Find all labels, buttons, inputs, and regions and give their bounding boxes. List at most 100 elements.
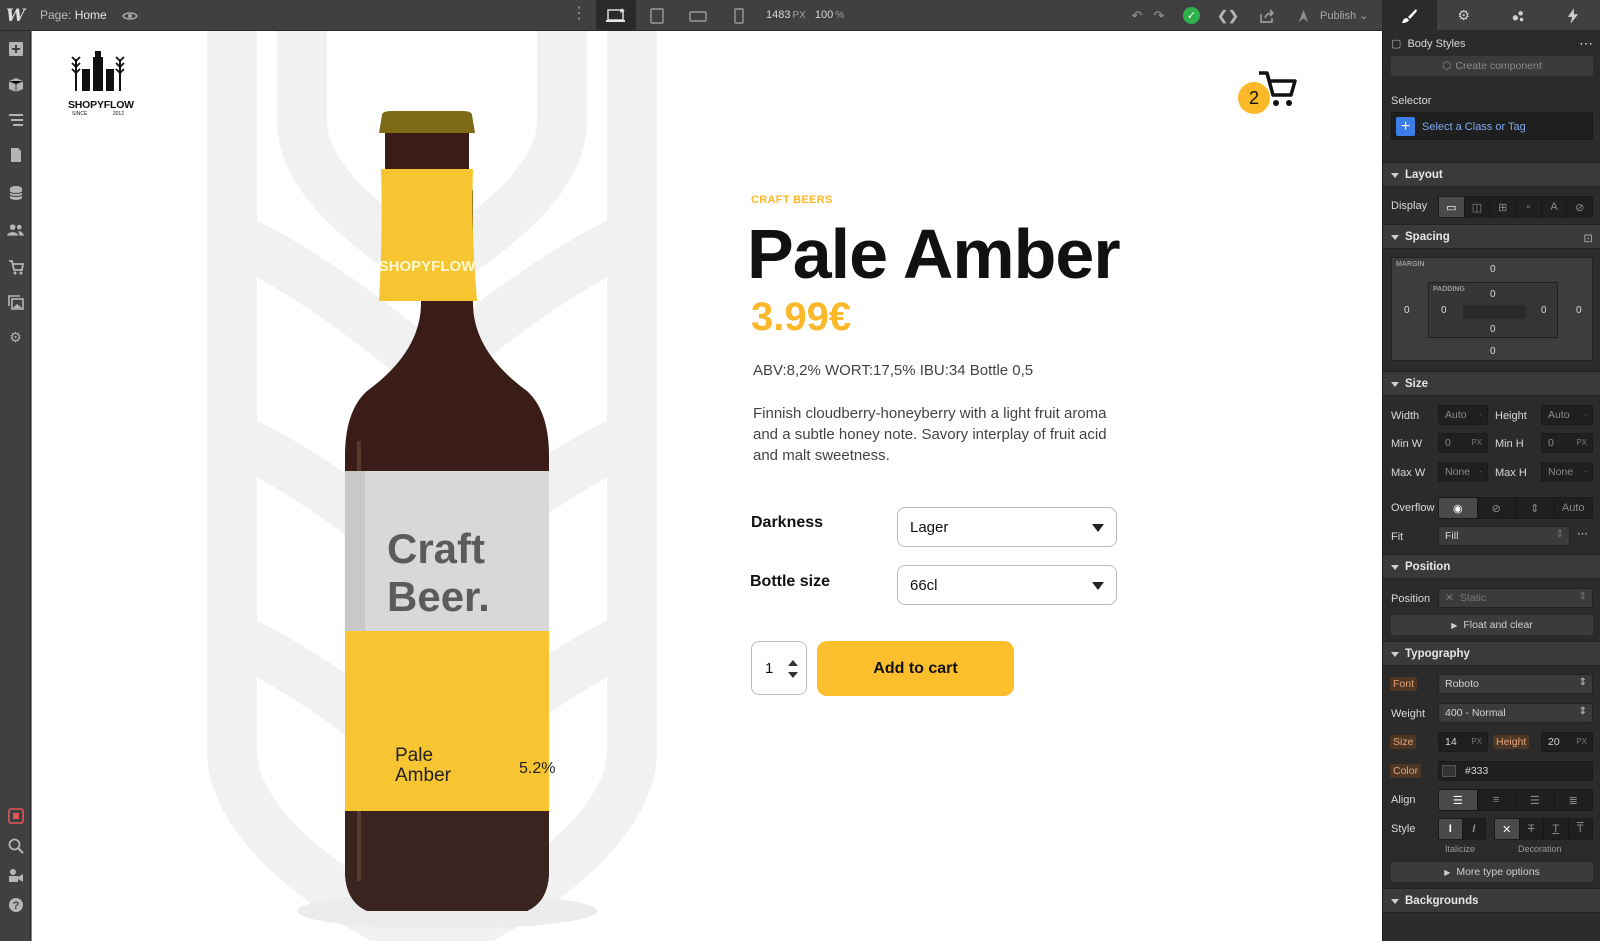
backgrounds-section-header[interactable]: Backgrounds (1383, 888, 1600, 913)
bottle-size-select[interactable]: 66cl (897, 565, 1117, 605)
darkness-select[interactable]: Lager (897, 507, 1117, 547)
style-brush-icon[interactable] (1382, 0, 1437, 31)
more-dots-icon[interactable]: ⋯ (1577, 527, 1588, 540)
padding-top-value[interactable]: 0 (1490, 289, 1496, 300)
position-section-header[interactable]: Position (1383, 554, 1600, 579)
add-to-cart-button[interactable]: Add to cart (817, 641, 1014, 696)
symbols-box-icon[interactable] (6, 75, 25, 94)
increment-arrow-icon[interactable] (788, 660, 798, 666)
display-none-icon[interactable]: ⊘ (1567, 197, 1592, 217)
margin-bottom-value[interactable]: 0 (1490, 346, 1496, 357)
size-section-header[interactable]: Size (1383, 371, 1600, 396)
display-block-icon[interactable]: ▭ (1439, 197, 1465, 217)
design-canvas[interactable]: SHOPYFLOW SINCE 2012 2 SHOPYFLOW Craft B… (31, 31, 1382, 941)
padding-left-value[interactable]: 0 (1441, 305, 1447, 316)
display-flex-icon[interactable]: ◫ (1465, 197, 1491, 217)
align-left-icon[interactable]: ☰ (1439, 790, 1478, 810)
webflow-logo-icon[interactable]: W (0, 0, 31, 31)
plus-icon[interactable]: + (1396, 117, 1415, 136)
margin-left-value[interactable]: 0 (1404, 305, 1410, 316)
cms-database-icon[interactable] (6, 183, 25, 202)
more-type-options-button[interactable]: ▶ More type options (1391, 862, 1593, 882)
italic-on-icon[interactable]: I (1463, 819, 1486, 839)
interactions-drops-icon[interactable] (1491, 0, 1546, 31)
spacing-box-icon[interactable]: ⊡ (1583, 231, 1593, 245)
position-title: Position (1405, 561, 1451, 573)
min-width-input[interactable]: 0 PX (1438, 433, 1488, 453)
typography-section-header[interactable]: Typography (1383, 641, 1600, 666)
display-inline-block-icon[interactable]: ▫ (1516, 197, 1542, 217)
color-input[interactable]: #333 (1438, 761, 1593, 781)
more-dots-icon[interactable]: ⋮ (571, 6, 587, 22)
display-inline-icon[interactable]: A (1542, 197, 1568, 217)
align-justify-icon[interactable]: ≣ (1555, 790, 1593, 810)
breakpoint-mobile-portrait-icon[interactable] (719, 0, 759, 31)
navigator-icon[interactable] (6, 110, 25, 129)
overline-icon[interactable]: T (1569, 819, 1593, 839)
lightning-icon[interactable] (1546, 0, 1600, 31)
publish-button[interactable]: Publish ⌄ (1320, 9, 1368, 22)
color-swatch[interactable] (1442, 765, 1456, 777)
line-height-input[interactable]: 20 PX (1541, 732, 1593, 752)
padding-right-value[interactable]: 0 (1541, 305, 1547, 316)
video-tutorials-icon[interactable] (6, 865, 25, 884)
publish-rocket-icon[interactable] (1294, 7, 1312, 25)
breakpoint-desktop-icon[interactable] (596, 0, 636, 31)
settings-gear-icon[interactable]: ⚙ (6, 328, 25, 347)
decoration-none-icon[interactable]: ✕ (1495, 819, 1520, 839)
overflow-auto-option[interactable]: Auto (1555, 498, 1593, 518)
selector-input[interactable]: + Select a Class or Tag (1391, 112, 1593, 140)
overflow-hidden-icon[interactable]: ⊘ (1478, 498, 1516, 518)
breakpoint-tablet-icon[interactable] (637, 0, 677, 31)
weight-select[interactable]: 400 - Normal ⇕ (1438, 703, 1593, 723)
align-right-icon[interactable]: ☰ (1516, 790, 1555, 810)
padding-box[interactable]: PADDING 0 0 0 0 (1428, 282, 1558, 338)
overflow-visible-eye-icon[interactable]: ◉ (1439, 498, 1478, 518)
more-dots-icon[interactable]: ⋯ (1579, 35, 1593, 52)
page-selector[interactable]: Page: Home (40, 8, 107, 22)
margin-top-value[interactable]: 0 (1490, 264, 1496, 275)
undo-icon[interactable]: ↶ (1128, 7, 1146, 25)
add-elements-icon[interactable] (6, 39, 25, 58)
search-icon[interactable] (6, 836, 25, 855)
width-input[interactable]: Auto - (1438, 405, 1488, 425)
max-width-input[interactable]: None - (1438, 462, 1488, 482)
create-component-button[interactable]: ⬡ Create component (1391, 56, 1593, 76)
settings-gear-icon[interactable]: ⚙ (1437, 0, 1492, 31)
align-center-icon[interactable]: ≡ (1478, 790, 1516, 810)
help-icon[interactable]: ? (6, 895, 25, 914)
users-icon[interactable] (6, 220, 25, 239)
redo-icon[interactable]: ↷ (1150, 7, 1168, 25)
italic-off-icon[interactable]: I (1439, 819, 1463, 839)
float-and-clear-button[interactable]: ▶ Float and clear (1391, 615, 1593, 635)
display-grid-icon[interactable]: ⊞ (1490, 197, 1517, 217)
size-label: Size (1390, 735, 1417, 749)
height-input[interactable]: Auto - (1541, 405, 1593, 425)
margin-box[interactable]: MARGIN 0 0 0 0 PADDING 0 0 0 0 (1391, 257, 1593, 361)
decrement-arrow-icon[interactable] (788, 672, 798, 678)
audit-icon[interactable] (6, 806, 25, 825)
margin-right-value[interactable]: 0 (1576, 305, 1582, 316)
share-icon[interactable] (1258, 7, 1276, 25)
assets-images-icon[interactable] (6, 293, 25, 312)
code-export-icon[interactable]: ❮❯ (1217, 7, 1239, 25)
fit-select[interactable]: Fill ⇕ (1438, 526, 1570, 546)
overflow-scroll-icon[interactable]: ⇕ (1516, 498, 1555, 518)
brand-logo[interactable]: SHOPYFLOW SINCE 2012 (68, 51, 134, 117)
quantity-stepper[interactable]: 1 (751, 641, 807, 695)
min-height-input[interactable]: 0 PX (1541, 433, 1593, 453)
publish-chevron-down-icon: ⌄ (1359, 10, 1369, 22)
pages-icon[interactable] (6, 145, 25, 164)
max-height-input[interactable]: None - (1541, 462, 1593, 482)
strikethrough-icon[interactable]: T (1520, 819, 1544, 839)
ecommerce-cart-icon[interactable] (6, 257, 25, 276)
font-size-input[interactable]: 14 PX (1438, 732, 1488, 752)
breakpoint-mobile-landscape-icon[interactable] (678, 0, 718, 31)
font-select[interactable]: Roboto ⇕ (1438, 674, 1593, 694)
underline-icon[interactable]: T (1544, 819, 1569, 839)
preview-eye-icon[interactable] (122, 8, 138, 24)
layout-section-header[interactable]: Layout (1383, 162, 1600, 187)
position-select[interactable]: ✕ Static ⇕ (1438, 588, 1593, 608)
spacing-section-header[interactable]: Spacing ⊡ (1383, 224, 1600, 249)
padding-bottom-value[interactable]: 0 (1490, 324, 1496, 335)
